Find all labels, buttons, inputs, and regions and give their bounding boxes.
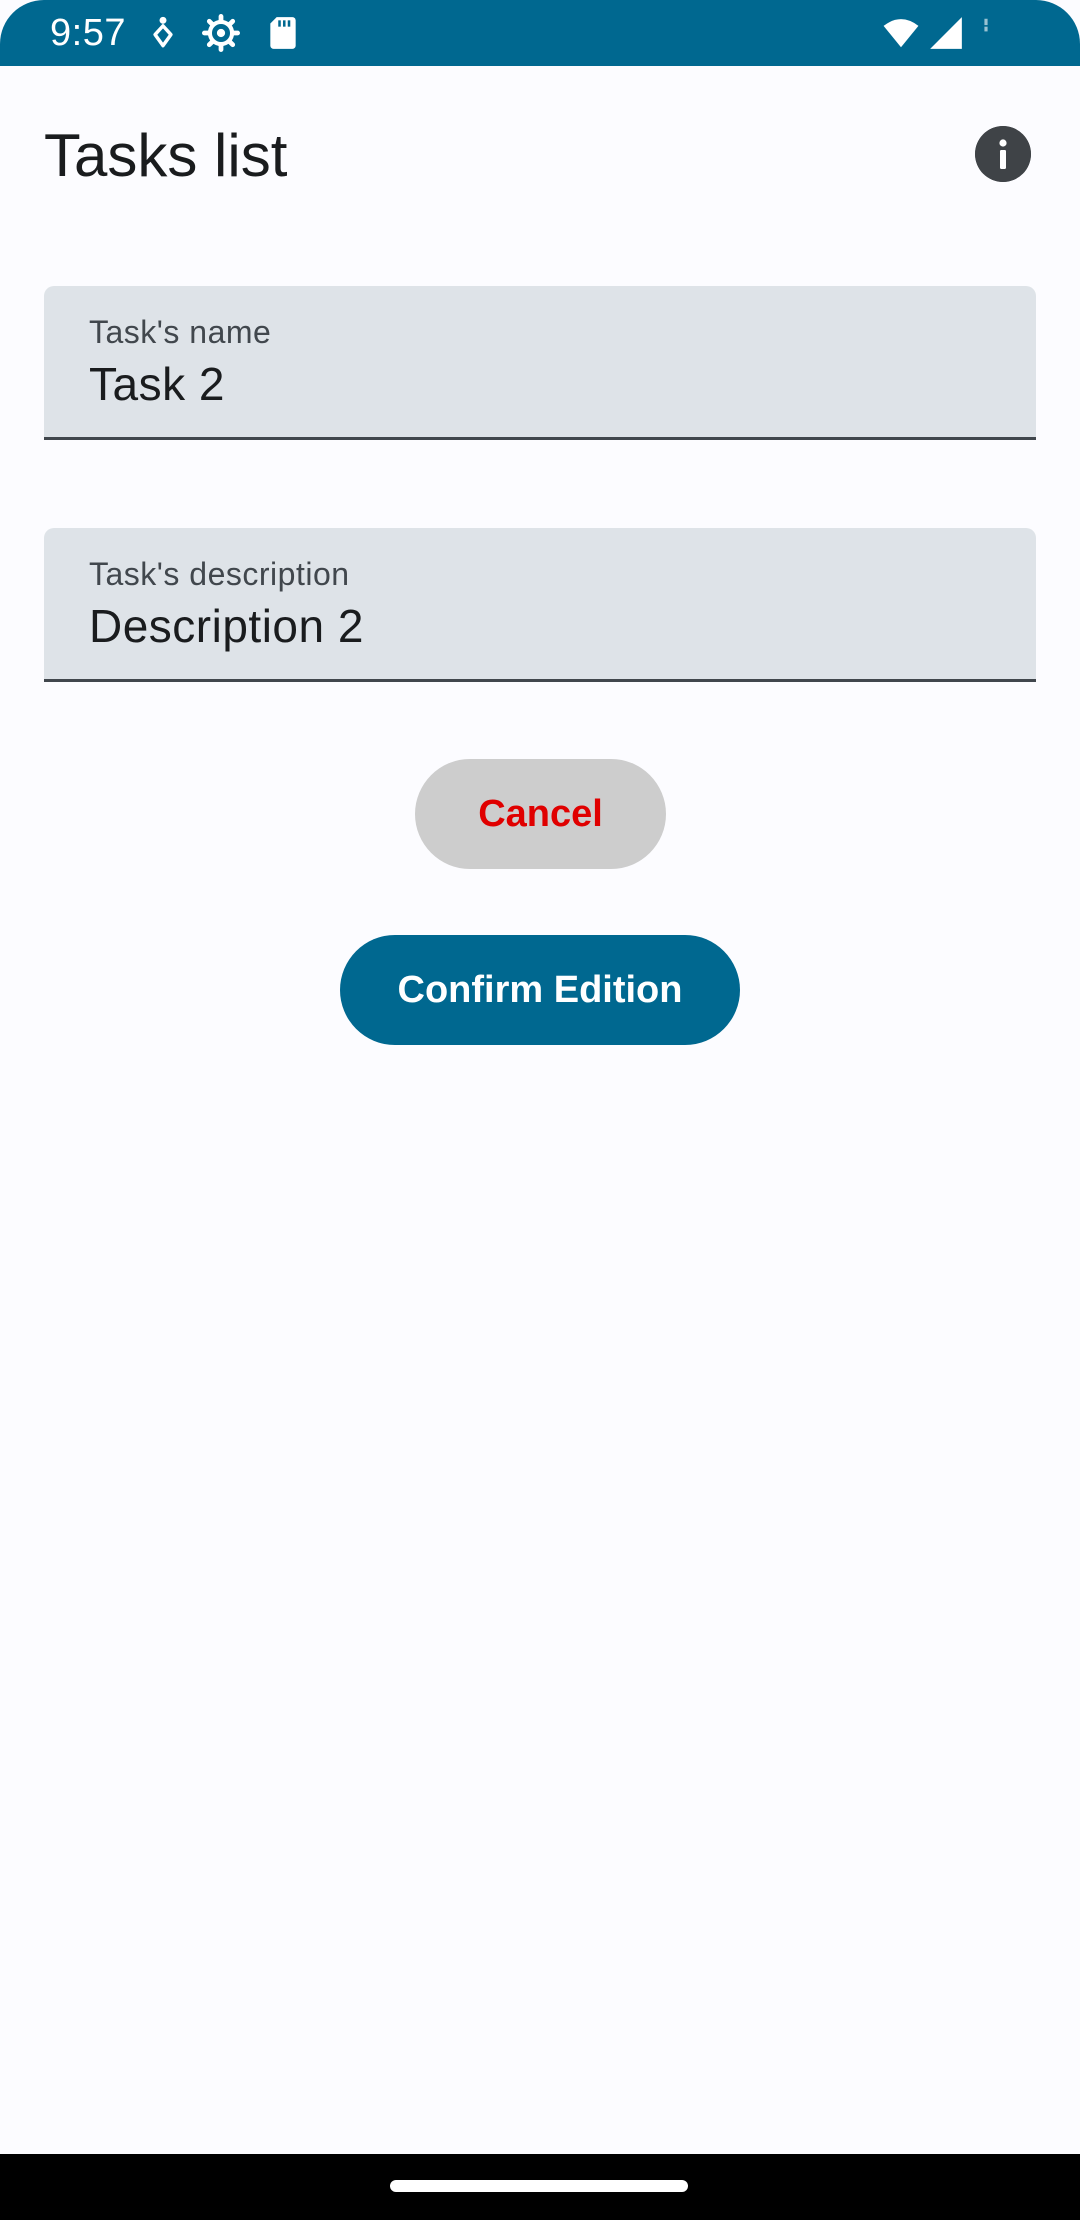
cancel-button[interactable]: Cancel bbox=[415, 759, 666, 869]
task-name-input[interactable]: Task 2 bbox=[89, 356, 225, 412]
sd-card-icon bbox=[270, 17, 296, 49]
wifi-icon bbox=[883, 19, 919, 48]
page-title: Tasks list bbox=[44, 122, 288, 189]
battery-icon bbox=[984, 18, 988, 32]
task-description-input[interactable]: Description 2 bbox=[89, 598, 364, 654]
task-description-label: Task's description bbox=[89, 556, 350, 592]
task-name-label: Task's name bbox=[89, 314, 272, 350]
accessibility-icon bbox=[153, 16, 173, 48]
status-time: 9:57 bbox=[50, 12, 126, 54]
status-bar: 9:57 bbox=[0, 0, 1080, 66]
settings-gear-icon bbox=[202, 14, 240, 52]
confirm-edition-label: Confirm Edition bbox=[397, 968, 683, 1011]
task-description-field[interactable]: Task's description Description 2 bbox=[44, 528, 1036, 682]
task-name-field[interactable]: Task's name Task 2 bbox=[44, 286, 1036, 440]
cancel-button-label: Cancel bbox=[478, 792, 603, 835]
home-gesture-handle[interactable] bbox=[390, 2180, 688, 2192]
confirm-edition-button[interactable]: Confirm Edition bbox=[340, 935, 740, 1045]
info-icon[interactable] bbox=[975, 126, 1031, 182]
cellular-signal-icon bbox=[930, 17, 962, 49]
